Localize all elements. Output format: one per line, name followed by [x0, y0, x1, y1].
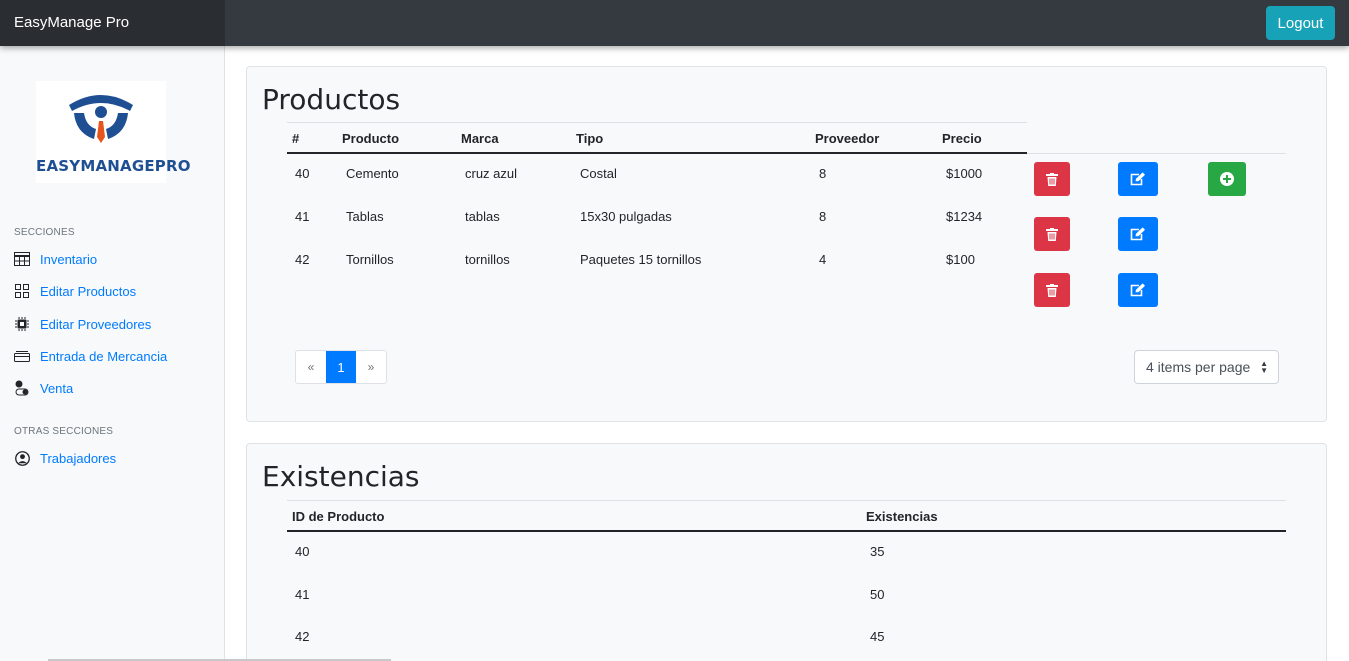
edit-icon [1130, 227, 1145, 241]
delete-button[interactable] [1034, 162, 1070, 196]
productos-card: Productos # Producto Marca Tipo Proveedo… [246, 66, 1327, 422]
sidebar-item-venta[interactable]: Venta [14, 378, 73, 398]
sidebar-item-label: Editar Productos [40, 283, 137, 299]
table-cell: 40 [295, 166, 310, 181]
sort-caret-icon: ▲ ▼ [1260, 359, 1268, 375]
items-per-page-value: 4 items per page [1146, 359, 1251, 375]
logo-emblem-icon [69, 95, 133, 143]
sidebar-item-trabajadores[interactable]: Trabajadores [14, 448, 116, 468]
box-icon [14, 348, 30, 364]
edit-icon [1130, 172, 1145, 186]
page-title: Productos [262, 83, 401, 116]
table-cell: Paquetes 15 tornillos [580, 252, 702, 267]
trash-icon [1046, 172, 1058, 186]
pagination-page[interactable]: 1 [326, 351, 356, 383]
table-cell: 45 [870, 629, 885, 644]
table-cell: 41 [295, 209, 310, 224]
toggles-icon [14, 380, 30, 396]
pagination: « 1 » [295, 350, 387, 384]
table-cell: 50 [870, 587, 885, 602]
edit-icon [1130, 283, 1145, 297]
table-cell: 15x30 pulgadas [580, 209, 672, 224]
sidebar-item-label: Venta [40, 380, 74, 396]
section-heading: SECCIONES [14, 227, 75, 238]
table-cell: 8 [819, 209, 827, 224]
sidebar-item-editar-proveedores[interactable]: Editar Proveedores [14, 314, 151, 334]
existencias-card: Existencias ID de Producto Existencias 4… [246, 443, 1327, 661]
sidebar-item-editar-productos[interactable]: Editar Productos [14, 281, 136, 301]
items-per-page-select[interactable]: 4 items per page ▲ ▼ [1134, 350, 1279, 384]
column-header: Proveedor [815, 131, 880, 146]
table-cell: 35 [870, 544, 885, 559]
table-cell: cruz azul [465, 166, 518, 181]
trash-icon [1046, 283, 1058, 297]
table-divider [1027, 153, 1286, 154]
table-cell: 8 [819, 166, 827, 181]
section-heading: OTRAS SECCIONES [14, 426, 114, 437]
sidebar-item-label: Trabajadores [40, 450, 117, 466]
delete-button[interactable] [1034, 273, 1070, 307]
add-button[interactable] [1208, 162, 1246, 196]
logout-button[interactable]: Logout [1266, 6, 1335, 40]
edit-button[interactable] [1118, 273, 1158, 307]
edit-button[interactable] [1118, 162, 1158, 196]
table-header-border [287, 152, 1027, 154]
table-cell: Tornillos [346, 252, 394, 267]
column-header: Precio [942, 131, 982, 146]
table-icon [14, 251, 30, 267]
sidebar-item-label: Entrada de Mercancia [40, 348, 168, 364]
logo-text: EASYMANAGEPRO [36, 157, 191, 175]
table-cell: 40 [295, 544, 310, 559]
table-cell: $1234 [946, 209, 983, 224]
table-cell: Costal [580, 166, 617, 181]
sidebar: EASYMANAGEPRO SECCIONES Inventario Edita… [0, 46, 225, 661]
table-cell: tornillos [465, 252, 510, 267]
sidebar-item-inventario[interactable]: Inventario [14, 249, 97, 269]
table-cell: Tablas [346, 209, 384, 224]
table-cell: $100 [946, 252, 975, 267]
table-cell: 42 [295, 252, 310, 267]
table-cell: tablas [465, 209, 500, 224]
column-header: Marca [461, 131, 499, 146]
column-header: Producto [342, 131, 400, 146]
grid-icon [14, 283, 30, 299]
table-cell: $1000 [946, 166, 983, 181]
pagination-prev[interactable]: « [296, 351, 326, 383]
table-top-border [287, 122, 1027, 123]
sidebar-item-label: Inventario [40, 251, 98, 267]
column-header: ID de Producto [292, 509, 385, 524]
chip-icon [14, 316, 30, 332]
pagination-next[interactable]: » [356, 351, 386, 383]
person-circle-icon [14, 450, 30, 466]
top-navbar: EasyManage Pro Logout [0, 0, 1349, 46]
column-header: Tipo [576, 131, 604, 146]
edit-button[interactable] [1118, 217, 1158, 251]
table-top-border [287, 500, 1286, 501]
sidebar-item-entrada-de-mercancia[interactable]: Entrada de Mercancia [14, 346, 167, 366]
table-cell: 42 [295, 629, 310, 644]
table-cell: 41 [295, 587, 310, 602]
sidebar-item-label: Editar Proveedores [40, 316, 152, 332]
delete-button[interactable] [1034, 217, 1070, 251]
logo: EASYMANAGEPRO [36, 81, 191, 183]
column-header: # [292, 131, 300, 146]
plus-circle-icon [1220, 172, 1234, 186]
brand-title[interactable]: EasyManage Pro [0, 0, 225, 46]
section-title: Existencias [262, 460, 420, 493]
column-header: Existencias [866, 509, 938, 524]
trash-icon [1046, 227, 1058, 241]
table-cell: Cemento [346, 166, 399, 181]
table-cell: 4 [819, 252, 827, 267]
table-header-border [287, 530, 1286, 532]
main-content: Productos # Producto Marca Tipo Proveedo… [226, 46, 1349, 661]
